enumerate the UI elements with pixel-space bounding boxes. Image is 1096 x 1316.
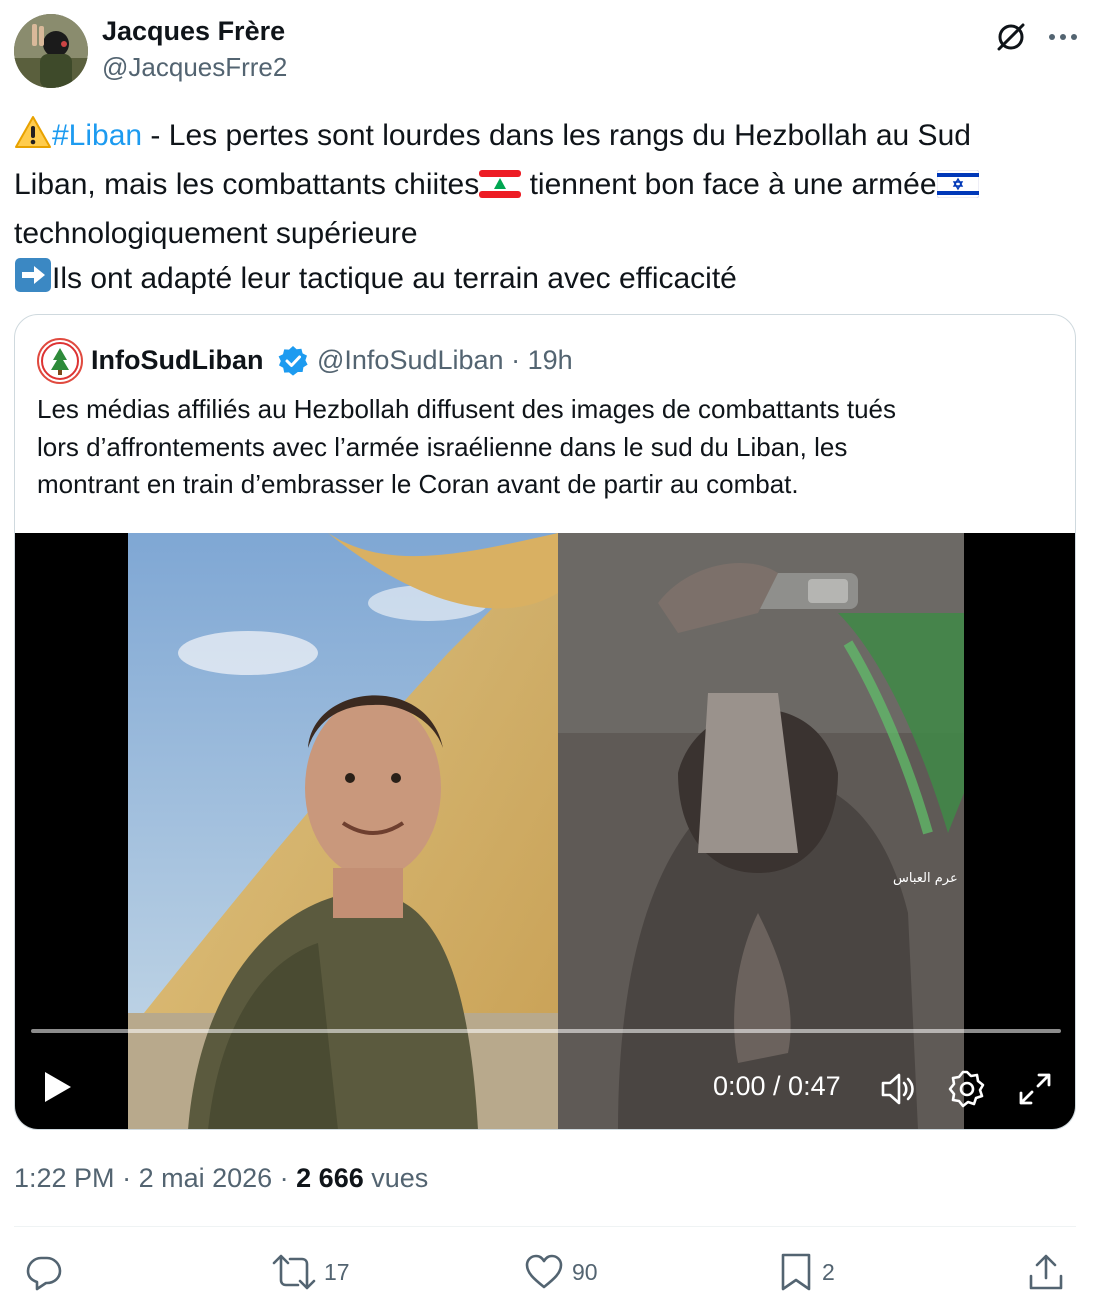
views-count: 2 666 xyxy=(296,1163,364,1193)
tweet-header: Jacques Frère @JacquesFrre2 xyxy=(14,14,1082,90)
play-icon[interactable] xyxy=(37,1067,77,1107)
heart-icon xyxy=(525,1254,563,1289)
tweet-meta: 1:22 PM · 2 mai 2026 · 2 666 vues xyxy=(14,1163,428,1194)
share-icon xyxy=(1029,1254,1063,1290)
author-name[interactable]: Jacques Frère xyxy=(102,16,285,47)
tweet-line-2-text-a: Liban, mais les combattants chiites xyxy=(14,168,480,201)
tweet-line-1-text: - Les pertes sont lourdes dans les rangs… xyxy=(142,119,971,152)
tweet-line-4: Ils ont adapté leur tactique au terrain … xyxy=(14,256,1084,305)
video-frame-right xyxy=(558,533,964,1129)
israel-flag-emoji xyxy=(936,166,980,211)
tweet-line-3: technologiquement supérieure xyxy=(14,217,418,250)
tweet-text: #Liban - Les pertes sont lourdes dans le… xyxy=(14,113,1084,305)
meta-separator: · xyxy=(511,345,521,375)
share-button[interactable] xyxy=(1026,1252,1066,1292)
tweet-line-4-text: Ils ont adapté leur tactique au terrain … xyxy=(52,262,737,295)
tweet-line-2: Liban, mais les combattants chiites tien… xyxy=(14,162,1084,211)
quoted-line-2: lors d’affrontements avec l’armée israél… xyxy=(37,431,848,462)
quoted-tweet-age[interactable]: 19h xyxy=(528,345,573,375)
video-time: 0:00 / 0:47 xyxy=(713,1071,841,1101)
reply-icon xyxy=(26,1256,62,1291)
bookmark-button[interactable]: 2 xyxy=(778,1252,835,1292)
divider xyxy=(14,1226,1076,1227)
tweet-date[interactable]: 2 mai 2026 xyxy=(139,1163,273,1193)
quoted-tweet[interactable]: InfoSudLiban @InfoSudLiban · 19h Les méd… xyxy=(14,314,1076,1130)
fullscreen-icon[interactable] xyxy=(1015,1069,1055,1109)
views-label: vues xyxy=(363,1163,429,1193)
quoted-tweet-text: Les médias affiliés au Hezbollah diffuse… xyxy=(37,391,1052,504)
tweet-line-2-text-b: tiennent bon face à une armée xyxy=(521,168,937,201)
quoted-author-avatar[interactable] xyxy=(37,338,83,384)
reply-button[interactable] xyxy=(24,1252,72,1292)
video-progress-bar[interactable] xyxy=(31,1029,1061,1033)
tweet-actions: 17 90 2 xyxy=(14,1246,1082,1306)
quoted-line-3: montrant en train d’embrasser le Coran a… xyxy=(37,469,799,499)
retweet-count: 17 xyxy=(324,1258,350,1285)
volume-icon[interactable] xyxy=(879,1069,919,1109)
more-options-icon[interactable] xyxy=(1044,18,1082,56)
bookmark-icon xyxy=(781,1253,811,1291)
lebanon-flag-emoji xyxy=(479,166,522,211)
retweet-icon xyxy=(272,1254,316,1290)
quoted-author-name[interactable]: InfoSudLiban xyxy=(91,345,263,376)
quoted-tweet-meta: @InfoSudLiban · 19h xyxy=(317,345,573,376)
author-avatar[interactable] xyxy=(14,14,88,88)
settings-gear-icon[interactable] xyxy=(947,1069,987,1109)
video-watermark: عرم العباس xyxy=(893,871,958,886)
hashtag-link[interactable]: #Liban xyxy=(52,119,142,152)
author-handle[interactable]: @JacquesFrre2 xyxy=(102,52,287,83)
tweet-time[interactable]: 1:22 PM xyxy=(14,1163,115,1193)
bookmark-count: 2 xyxy=(822,1258,835,1285)
meta-separator-2: · xyxy=(272,1163,297,1193)
quoted-author-handle[interactable]: @InfoSudLiban xyxy=(317,345,504,375)
like-count: 90 xyxy=(572,1258,598,1285)
video-frame-left xyxy=(128,533,558,1129)
like-button[interactable]: 90 xyxy=(524,1252,598,1292)
quoted-line-1: Les médias affiliés au Hezbollah diffuse… xyxy=(37,394,896,424)
warning-emoji xyxy=(14,115,52,162)
verified-badge-icon xyxy=(277,345,309,382)
grok-icon[interactable] xyxy=(992,18,1030,56)
right-arrow-emoji xyxy=(14,258,52,305)
quoted-tweet-header: InfoSudLiban @InfoSudLiban · 19h xyxy=(37,337,1037,385)
retweet-button[interactable]: 17 xyxy=(272,1252,350,1292)
meta-separator-1: · xyxy=(114,1163,139,1193)
tweet-line-1: #Liban - Les pertes sont lourdes dans le… xyxy=(14,113,1084,162)
video-player[interactable]: عرم العباس 0:00 / 0:47 xyxy=(15,533,1075,1129)
